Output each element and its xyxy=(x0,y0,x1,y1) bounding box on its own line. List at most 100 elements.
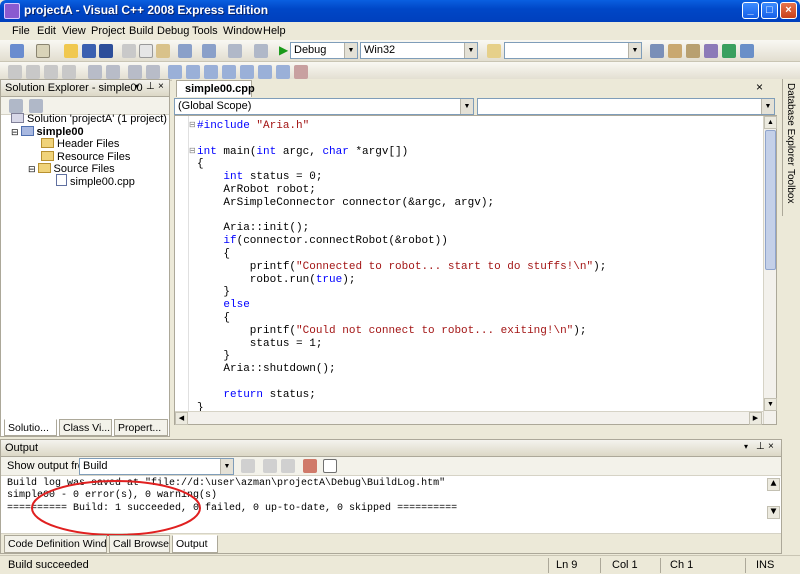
menu-project[interactable]: Project xyxy=(91,25,125,37)
menu-bar: File Edit View Project Build Debug Tools… xyxy=(0,22,800,40)
next-bookmark-doc-icon[interactable] xyxy=(276,65,290,79)
open-icon[interactable] xyxy=(64,44,78,58)
collapse-icon[interactable]: ⊟ xyxy=(28,164,36,174)
navigate-backward-icon[interactable] xyxy=(228,44,242,58)
copy-icon[interactable] xyxy=(139,44,153,58)
tab-output[interactable]: Output xyxy=(172,535,218,553)
tab-property-manager[interactable]: Propert... xyxy=(114,419,168,436)
config-dropdown[interactable]: Debug ▼ xyxy=(290,42,358,59)
folder-icon xyxy=(41,151,54,161)
find-in-files-icon[interactable] xyxy=(487,44,501,58)
status-bar: Build succeeded Ln 9 Col 1 Ch 1 INS xyxy=(0,555,800,574)
code-line: int main(int argc, char *argv[]) xyxy=(197,145,409,158)
uncomment-icon[interactable] xyxy=(146,65,160,79)
prev-bookmark-doc-icon[interactable] xyxy=(258,65,272,79)
menu-view[interactable]: View xyxy=(62,25,86,37)
close-button[interactable]: × xyxy=(780,2,797,19)
maximize-button[interactable]: □ xyxy=(761,2,778,19)
code-line: { xyxy=(197,312,231,324)
menu-file[interactable]: File xyxy=(12,25,30,37)
code-line: status = 1; xyxy=(197,337,323,350)
next-bookmark-folder-icon[interactable] xyxy=(240,65,254,79)
collapse-icon[interactable]: ⊟ xyxy=(189,146,196,155)
start-page-icon[interactable] xyxy=(722,44,736,58)
prev-bookmark-icon[interactable] xyxy=(186,65,200,79)
scroll-right-icon[interactable]: ▶ xyxy=(749,412,762,425)
scroll-up-icon[interactable]: ▲ xyxy=(764,116,777,129)
editor-margin xyxy=(175,116,189,424)
scrollbar-thumb[interactable] xyxy=(765,130,776,270)
solution-icon xyxy=(11,113,24,123)
minimize-button[interactable]: _ xyxy=(742,2,759,19)
code-line: { xyxy=(197,158,204,171)
prev-bookmark-folder-icon[interactable] xyxy=(222,65,236,79)
toolbox-icon[interactable] xyxy=(686,44,700,58)
collapse-icon[interactable]: ⊟ xyxy=(11,127,19,137)
properties-icon[interactable] xyxy=(668,44,682,58)
dropdown-icon[interactable]: ▾ xyxy=(135,82,139,91)
tab-database-explorer[interactable]: Database Explorer xyxy=(785,83,796,166)
collapse-icon[interactable]: ⊟ xyxy=(189,120,196,129)
menu-window[interactable]: Window xyxy=(223,25,262,37)
pin-icon[interactable]: ⊥ xyxy=(146,81,155,92)
tab-solution-explorer[interactable]: Solutio... xyxy=(4,419,57,436)
new-project-icon[interactable] xyxy=(10,44,24,58)
next-bookmark-icon[interactable] xyxy=(204,65,218,79)
tab-code-definition-window[interactable]: Code Definition Window xyxy=(4,535,107,553)
scroll-down-icon[interactable]: ▼ xyxy=(764,398,777,411)
comment-icon[interactable] xyxy=(128,65,142,79)
tools-icon[interactable] xyxy=(704,44,718,58)
undo-icon[interactable] xyxy=(178,44,192,58)
status-message: Build succeeded xyxy=(8,559,89,571)
tab-toolbox[interactable]: Toolbox xyxy=(785,169,796,203)
close-icon[interactable]: × xyxy=(158,81,164,92)
paste-icon[interactable] xyxy=(156,44,170,58)
list-members-icon[interactable] xyxy=(8,65,22,79)
scroll-left-icon[interactable]: ◀ xyxy=(175,412,188,425)
menu-help[interactable]: Help xyxy=(263,25,286,37)
show-all-files-icon[interactable] xyxy=(29,99,43,113)
code-editor[interactable]: ⊟ ⊟ #include "Aria.h" int main(int argc,… xyxy=(174,115,777,425)
quick-info-icon[interactable] xyxy=(44,65,58,79)
title-bar[interactable]: projectA - Visual C++ 2008 Express Editi… xyxy=(0,0,800,22)
outdent-icon[interactable] xyxy=(88,65,102,79)
scope-dropdown[interactable]: (Global Scope) ▼ xyxy=(174,98,474,115)
menu-debug[interactable]: Debug xyxy=(157,25,189,37)
close-document-icon[interactable]: × xyxy=(756,80,763,94)
clear-bookmarks-icon[interactable] xyxy=(294,65,308,79)
chevron-down-icon: ▼ xyxy=(628,43,641,58)
tree-file-simple00-cpp[interactable]: simple00.cpp xyxy=(56,174,135,188)
tab-call-browser[interactable]: Call Browser xyxy=(109,535,170,553)
indent-icon[interactable] xyxy=(106,65,120,79)
menu-tools[interactable]: Tools xyxy=(192,25,218,37)
solution-explorer-icon[interactable] xyxy=(650,44,664,58)
cut-icon[interactable] xyxy=(122,44,136,58)
save-all-icon[interactable] xyxy=(99,44,113,58)
properties-icon[interactable] xyxy=(9,99,23,113)
tree-solution[interactable]: Solution 'projectA' (1 project) xyxy=(11,112,167,126)
redo-icon[interactable] xyxy=(202,44,216,58)
navigate-forward-icon[interactable] xyxy=(254,44,268,58)
parameter-info-icon[interactable] xyxy=(26,65,40,79)
bookmark-icon[interactable] xyxy=(168,65,182,79)
folder-icon xyxy=(37,163,51,173)
save-icon[interactable] xyxy=(82,44,96,58)
tab-simple00-cpp[interactable]: simple00.cpp xyxy=(176,80,255,97)
platform-dropdown[interactable]: Win32 ▼ xyxy=(360,42,478,59)
find-dropdown[interactable]: ▼ xyxy=(504,42,642,59)
editor-horizontal-scrollbar[interactable]: ◀ ▶ xyxy=(175,411,763,425)
add-item-icon[interactable] xyxy=(36,44,50,58)
member-dropdown[interactable]: ▼ xyxy=(477,98,775,115)
status-column: Col 1 xyxy=(612,559,638,571)
window-icon[interactable] xyxy=(740,44,754,58)
code-line: { xyxy=(197,248,231,260)
menu-build[interactable]: Build xyxy=(129,25,153,37)
tab-class-view[interactable]: Class Vi... xyxy=(59,419,112,436)
editor-vertical-scrollbar[interactable]: ▲ ▼ xyxy=(763,116,777,424)
menu-edit[interactable]: Edit xyxy=(37,25,56,37)
code-line: return status; xyxy=(223,388,316,401)
code-line: #include "Aria.h" xyxy=(197,120,310,132)
start-debugging-icon[interactable]: ▶ xyxy=(279,43,288,57)
complete-word-icon[interactable] xyxy=(62,65,76,79)
tree-folder-header-files[interactable]: Header Files xyxy=(41,137,119,151)
